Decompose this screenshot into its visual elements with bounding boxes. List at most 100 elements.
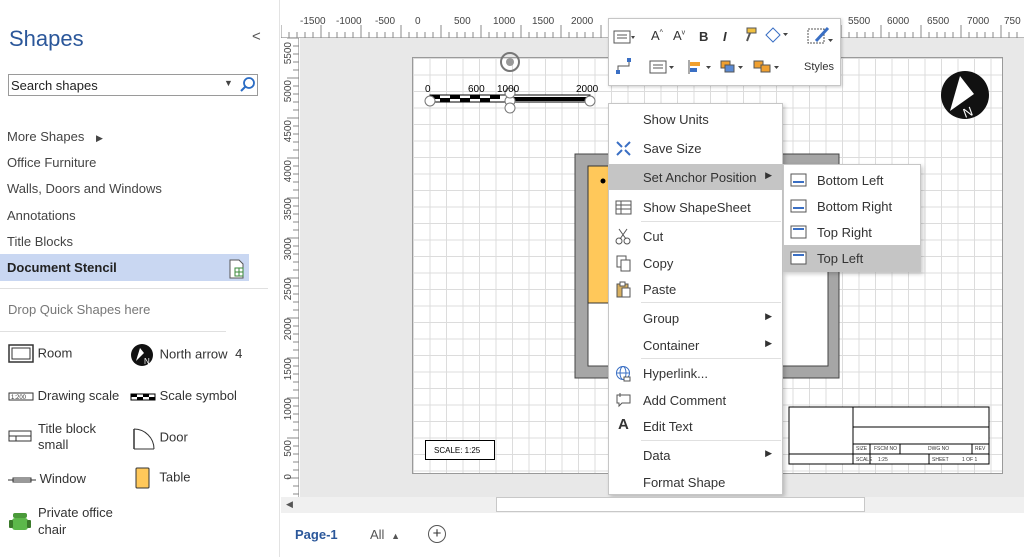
styles-label[interactable]: Styles bbox=[804, 61, 834, 73]
shapes-pane: Shapes < ▼ More Shapes ▶ Office Furnitur… bbox=[0, 0, 280, 557]
menu-show-shapesheet[interactable]: Show ShapeSheet bbox=[609, 194, 782, 220]
fill-shape-icon[interactable] bbox=[763, 26, 789, 47]
north-arrow-shape[interactable]: N bbox=[941, 71, 989, 121]
submenu-bottom-left[interactable]: Bottom Left bbox=[784, 167, 920, 193]
anchor-top-left-icon bbox=[790, 251, 807, 268]
category-office-furniture[interactable]: Office Furniture bbox=[7, 155, 96, 170]
tab-all-label: All bbox=[370, 527, 385, 542]
menu-add-comment[interactable]: Add Comment bbox=[609, 387, 782, 413]
category-document-stencil[interactable]: Document Stencil bbox=[0, 254, 249, 281]
add-page-button[interactable]: + bbox=[428, 525, 446, 543]
category-more-shapes[interactable]: More Shapes ▶ bbox=[7, 129, 103, 144]
collapse-pane-button[interactable]: < bbox=[252, 28, 261, 45]
shape-drawing-scale[interactable]: 1:200 Drawing scale bbox=[8, 388, 119, 404]
scale-label-box[interactable]: SCALE: 1:25 bbox=[425, 440, 495, 460]
menu-edit-text[interactable]: A Edit Text bbox=[609, 413, 782, 439]
menu-copy[interactable]: Copy bbox=[609, 250, 782, 276]
menu-hyperlink[interactable]: Hyperlink... bbox=[609, 360, 782, 386]
expand-arrow-icon: ▶ bbox=[95, 133, 103, 143]
submenu-top-right[interactable]: Top Right bbox=[784, 219, 920, 245]
copy-icon bbox=[615, 255, 632, 272]
scale-tick-label: 2000 bbox=[576, 84, 599, 95]
submenu-top-left[interactable]: Top Left bbox=[784, 245, 920, 271]
menu-save-size[interactable]: Save Size bbox=[609, 135, 782, 161]
category-annotations[interactable]: Annotations bbox=[7, 208, 76, 223]
ruler-label: -1500 bbox=[300, 16, 326, 27]
menu-paste[interactable]: Paste bbox=[609, 276, 782, 302]
stencil-edit-icon[interactable] bbox=[228, 259, 246, 282]
search-dropdown-icon[interactable]: ▼ bbox=[224, 78, 233, 88]
ruler-label: 3500 bbox=[283, 198, 294, 221]
title-block-icon bbox=[8, 430, 32, 442]
tb-sheet-val: 1 OF 1 bbox=[962, 457, 978, 463]
arrange-icon[interactable] bbox=[719, 59, 745, 78]
ruler-label: 0 bbox=[415, 16, 421, 27]
rotate-handle-icon[interactable] bbox=[500, 52, 520, 72]
shape-scale-symbol[interactable]: Scale symbol bbox=[130, 388, 237, 404]
ruler-label: 2500 bbox=[283, 278, 294, 301]
save-size-icon bbox=[615, 140, 632, 157]
svg-text:N: N bbox=[144, 357, 150, 366]
category-title-blocks[interactable]: Title Blocks bbox=[7, 234, 73, 249]
bold-button[interactable]: B bbox=[699, 29, 708, 44]
scale-label: SCALE: 1:25 bbox=[434, 446, 481, 455]
menu-format-shape[interactable]: Format Shape bbox=[609, 469, 782, 495]
mini-toolbar: A^ Av B I Styles bbox=[608, 18, 841, 86]
shape-room[interactable]: Room bbox=[8, 344, 72, 364]
ruler-label: 5500 bbox=[848, 16, 871, 27]
align-shapes-icon[interactable] bbox=[687, 59, 713, 78]
ruler-ticks bbox=[287, 38, 299, 495]
menu-group[interactable]: Group ▶ bbox=[609, 305, 782, 331]
shape-table[interactable]: Table bbox=[130, 466, 190, 490]
shape-north-arrow[interactable]: N North arrow 4 bbox=[130, 343, 242, 367]
align-text-icon[interactable] bbox=[649, 59, 675, 78]
scroll-left-icon[interactable]: ◀ bbox=[286, 499, 293, 510]
menu-separator bbox=[641, 358, 781, 359]
submenu-arrow-icon: ▶ bbox=[765, 448, 772, 458]
category-walls-doors-windows[interactable]: Walls, Doors and Windows bbox=[7, 181, 162, 196]
connector-icon[interactable] bbox=[615, 57, 633, 78]
menu-set-anchor-position[interactable]: Set Anchor Position ▶ bbox=[609, 164, 782, 190]
shrink-font-icon[interactable]: Av bbox=[673, 28, 685, 43]
window-icon bbox=[8, 477, 36, 483]
search-input[interactable] bbox=[11, 77, 221, 93]
pane-title: Shapes bbox=[9, 26, 84, 51]
search-icon[interactable] bbox=[239, 76, 256, 96]
ruler-label: 1500 bbox=[283, 358, 294, 381]
tab-all-pages[interactable]: All ▲ bbox=[370, 527, 400, 542]
submenu-arrow-icon: ▶ bbox=[765, 311, 772, 321]
title-block-shape[interactable] bbox=[788, 406, 990, 465]
menu-separator bbox=[641, 440, 781, 441]
tb-size: SIZE bbox=[856, 446, 868, 452]
styles-icon[interactable] bbox=[806, 25, 834, 50]
shape-window[interactable]: Window bbox=[8, 471, 86, 486]
ruler-label: -500 bbox=[375, 16, 396, 27]
ruler-label: 4500 bbox=[283, 120, 294, 143]
ruler-label: 500 bbox=[283, 440, 294, 457]
scrollbar-thumb[interactable] bbox=[496, 497, 865, 512]
ruler-label: 750 bbox=[1004, 16, 1021, 27]
menu-show-units[interactable]: Show Units bbox=[609, 106, 782, 132]
quick-shapes-drop-zone[interactable]: Drop Quick Shapes here bbox=[8, 302, 150, 317]
ruler-label: -1000 bbox=[336, 16, 362, 27]
ruler-label: 5500 bbox=[283, 42, 294, 65]
paste-icon bbox=[615, 281, 632, 298]
tab-page-1[interactable]: Page-1 bbox=[295, 527, 338, 542]
submenu-bottom-right[interactable]: Bottom Right bbox=[784, 193, 920, 219]
grow-font-icon[interactable]: A^ bbox=[651, 28, 663, 43]
ruler-label: 2000 bbox=[571, 16, 594, 27]
menu-data[interactable]: Data ▶ bbox=[609, 442, 782, 468]
group-icon[interactable] bbox=[752, 59, 782, 78]
room-icon bbox=[8, 344, 34, 363]
shape-door[interactable]: Door bbox=[130, 425, 188, 451]
scale-tick-label: 600 bbox=[468, 84, 485, 95]
menu-container[interactable]: Container ▶ bbox=[609, 332, 782, 358]
format-painter-icon[interactable] bbox=[742, 27, 758, 46]
anchor-top-right-icon bbox=[790, 225, 807, 242]
italic-button[interactable]: I bbox=[723, 29, 727, 44]
table-icon bbox=[135, 467, 150, 489]
ruler-label: 6000 bbox=[887, 16, 910, 27]
text-box-icon[interactable] bbox=[613, 29, 635, 48]
ruler-label: 500 bbox=[454, 16, 471, 27]
menu-cut[interactable]: Cut bbox=[609, 223, 782, 249]
